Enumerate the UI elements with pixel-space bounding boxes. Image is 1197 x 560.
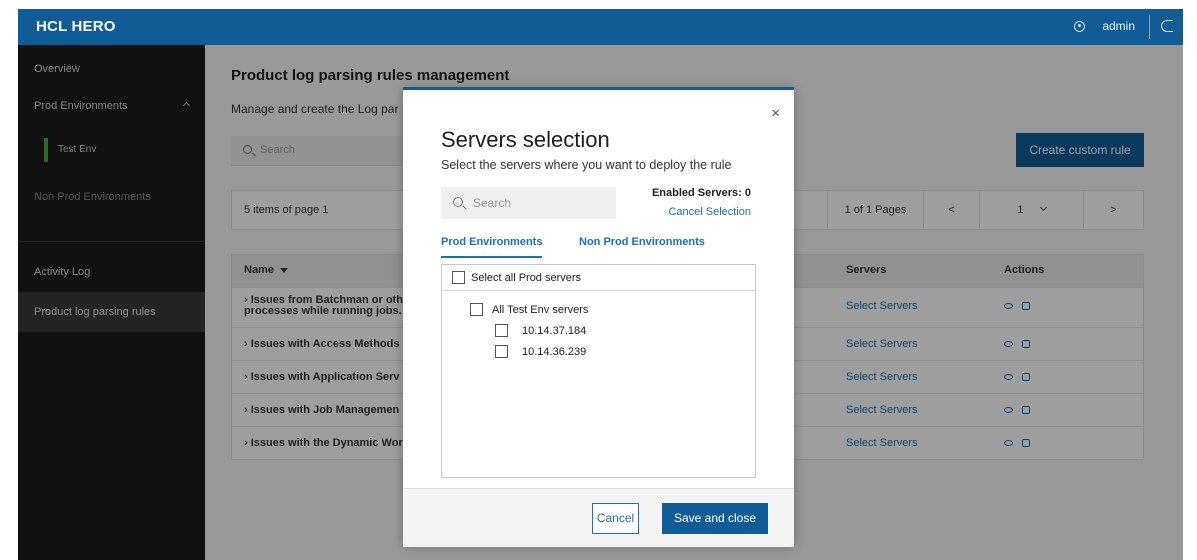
- server-label[interactable]: 10.14.36.239: [522, 346, 586, 358]
- dialog-title: Servers selection: [441, 127, 610, 152]
- right-margin: [1183, 0, 1197, 560]
- close-icon[interactable]: ×: [771, 106, 780, 121]
- servers-search-input[interactable]: Search: [441, 187, 616, 219]
- user-icon[interactable]: [1074, 21, 1085, 32]
- brand-logo[interactable]: HCL HERO: [36, 18, 116, 35]
- search-icon: [453, 197, 463, 207]
- enabled-servers-count: Enabled Servers: 0: [651, 187, 751, 199]
- group-label[interactable]: All Test Env servers: [492, 304, 588, 316]
- servers-tree: Select all Prod servers All Test Env ser…: [441, 264, 756, 478]
- top-header: HCL HERO admin: [18, 9, 1183, 45]
- dialog-subtitle: Select the servers where you want to dep…: [441, 158, 732, 172]
- tab-non-prod-environments[interactable]: Non Prod Environments: [579, 236, 705, 248]
- server-checkbox[interactable]: [495, 324, 508, 337]
- user-name[interactable]: admin: [1102, 19, 1135, 33]
- select-all-label[interactable]: Select all Prod servers: [471, 272, 581, 284]
- left-margin: [0, 0, 18, 560]
- save-and-close-button[interactable]: Save and close: [662, 503, 768, 534]
- header-divider: [1149, 15, 1150, 39]
- logout-icon[interactable]: [1161, 20, 1173, 32]
- group-checkbox[interactable]: [470, 303, 483, 316]
- cancel-selection-link[interactable]: Cancel Selection: [668, 206, 751, 218]
- cancel-button[interactable]: Cancel: [592, 503, 639, 534]
- search-placeholder: Search: [473, 196, 512, 210]
- servers-selection-dialog: × Servers selection Select the servers w…: [403, 87, 794, 547]
- server-checkbox[interactable]: [495, 345, 508, 358]
- app-window: HCL HERO admin Overview Prod Environment…: [0, 0, 1197, 560]
- server-label[interactable]: 10.14.37.184: [522, 325, 586, 337]
- dialog-footer: Cancel Save and close: [403, 488, 794, 547]
- select-all-checkbox[interactable]: [452, 271, 465, 284]
- tab-prod-environments[interactable]: Prod Environments: [441, 236, 543, 258]
- select-all-row: Select all Prod servers: [442, 265, 755, 291]
